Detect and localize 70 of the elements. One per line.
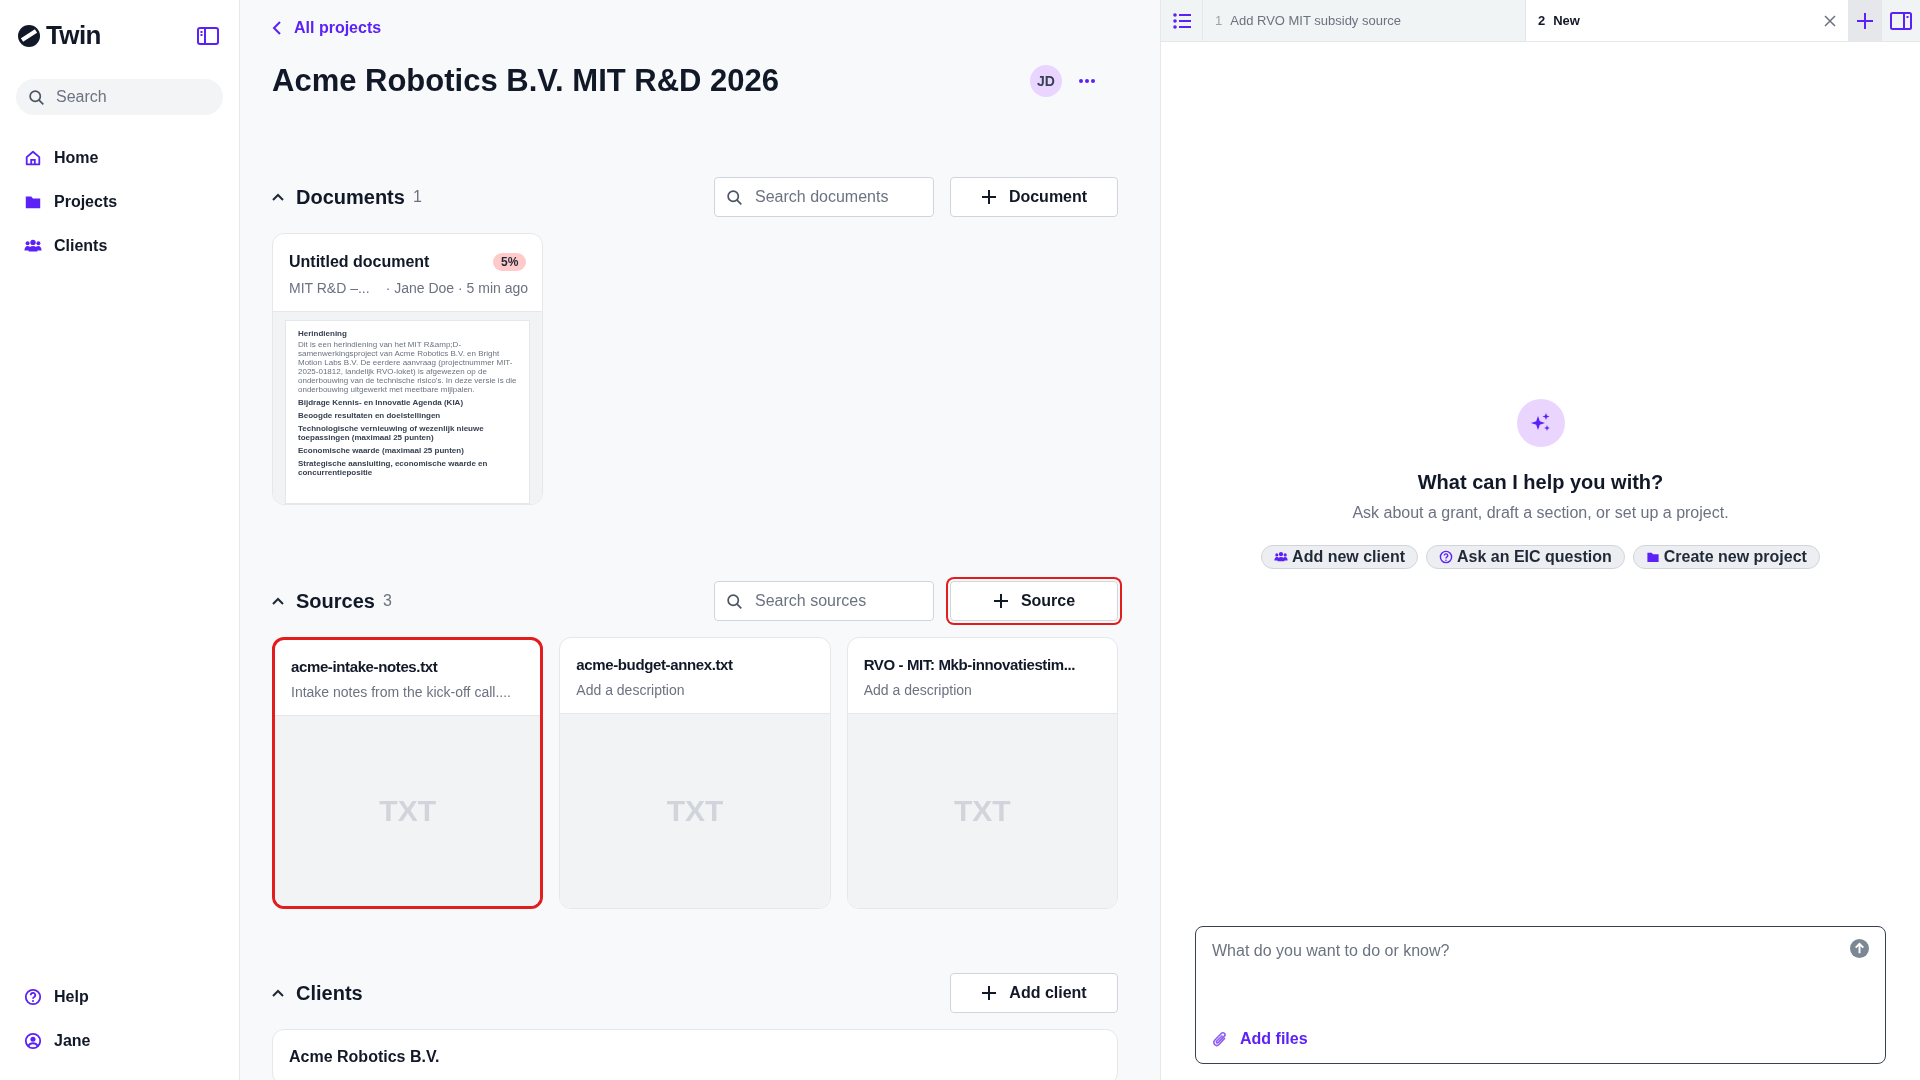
document-title: Untitled document: [289, 251, 430, 272]
plus-icon: [992, 592, 1009, 609]
collapse-icon[interactable]: [272, 596, 284, 605]
people-icon: [1274, 550, 1289, 564]
chat-tab[interactable]: 2 New: [1526, 0, 1848, 41]
sparkle-icon: [1516, 399, 1565, 447]
suggestion-chip[interactable]: Add new client: [1261, 545, 1418, 569]
add-button[interactable]: Add client: [950, 972, 1118, 1013]
search-icon: [726, 188, 743, 206]
preview-heading: Herindiening: [298, 328, 348, 338]
document-meta: · Jane Doe · 5 min ago: [385, 278, 529, 298]
nav-item[interactable]: Jane: [16, 1022, 223, 1060]
send-icon[interactable]: [1850, 939, 1869, 958]
sidebar-toggle-icon[interactable]: [197, 25, 219, 46]
assistant-subtitle: Ask about a grant, draft a section, or set up a project.: [1352, 503, 1729, 523]
home-icon: [24, 149, 42, 167]
user-avatar[interactable]: JD: [1030, 65, 1062, 98]
item-count: 3: [382, 590, 392, 611]
prompt-box[interactable]: What do you want to do or know? Add files: [1195, 926, 1886, 1064]
client-row[interactable]: Acme Robotics B.V.: [272, 1028, 1118, 1080]
source-name: RVO - MIT: Mkb-innovatiestim...: [863, 654, 1077, 675]
nav-item[interactable]: Home: [16, 139, 223, 177]
source-description: Add a description: [863, 681, 973, 700]
source-description: Intake notes from the kick-off call....: [291, 683, 512, 702]
search-icon: [726, 592, 743, 610]
brand-name: Twin: [46, 19, 101, 52]
preview-heading: Bijdrage Kennis- en Innovatie Agenda (KIA): [298, 397, 465, 407]
add-button[interactable]: Document: [950, 176, 1118, 217]
user-icon: [24, 1032, 42, 1050]
preview-heading: Technologische vernieuwing of wezenlijk nieuwe toepassingen (maximaal 25 punten): [298, 423, 485, 442]
nav-item[interactable]: Help: [16, 978, 223, 1016]
suggestion-chip[interactable]: Create new project: [1632, 545, 1820, 569]
paperclip-icon: [1212, 1030, 1228, 1048]
add-files-button[interactable]: Add files: [1212, 1027, 1308, 1051]
section-title: Documents: [296, 184, 405, 210]
item-count: 1: [412, 186, 422, 207]
logo-icon: [16, 22, 42, 49]
source-name: acme-budget-annex.txt: [576, 654, 734, 675]
new-tab-icon[interactable]: [1848, 0, 1882, 41]
more-icon[interactable]: [1078, 78, 1096, 85]
document-card[interactable]: [272, 232, 544, 505]
preview-heading: Beoogde resultaten en doelstellingen: [298, 410, 442, 420]
folder-icon: [1645, 550, 1660, 564]
project-name: MIT R&D –...: [289, 278, 370, 298]
collapse-icon[interactable]: [272, 192, 284, 201]
search-field[interactable]: Search documents: [714, 176, 934, 217]
search-field[interactable]: Search: [16, 79, 223, 115]
close-icon[interactable]: [1824, 14, 1836, 27]
preview-heading: Strategische aansluiting, economische waarde en concurrentiepositie: [298, 458, 489, 477]
source-description: Add a description: [576, 681, 686, 700]
section-title: Sources: [296, 588, 375, 614]
section-title: Clients: [296, 980, 363, 1006]
search-icon: [28, 89, 45, 106]
help-icon: [1439, 550, 1453, 564]
suggestion-chip[interactable]: Ask an EIC question: [1426, 545, 1625, 569]
search-field[interactable]: Search sources: [714, 580, 934, 621]
project-title: Acme Robotics B.V. MIT R&D 2026: [272, 62, 780, 100]
progress-badge: 5%: [493, 252, 527, 271]
plus-icon: [981, 984, 998, 1001]
back-icon: [272, 21, 282, 35]
preview-heading: Economische waarde (maximaal 25 punten): [298, 445, 465, 455]
nav-item[interactable]: Clients: [16, 227, 223, 265]
source-name: acme-intake-notes.txt: [291, 656, 439, 677]
collapse-icon[interactable]: [272, 988, 284, 997]
nav-item[interactable]: Projects: [16, 183, 223, 221]
back-link[interactable]: All projects: [272, 16, 382, 40]
help-icon: [24, 988, 42, 1006]
preview-paragraph: Dit is een herindiening van het MIT R&amp;D-samenwerkingsproject van Acme Robotics B.V. en Bright Motion Labs B.V. De eerdere aanvraag (projectnummer MIT-2025-01812, landelijk RVO-loket) is afgewezen op de onderbouwing van de technische risico's. In deze versie is die onderbouwing uitgewerkt met meetbare mijlpalen.: [298, 339, 518, 394]
assistant-heading: What can I help you with?: [1417, 470, 1664, 495]
plus-icon: [980, 188, 997, 205]
